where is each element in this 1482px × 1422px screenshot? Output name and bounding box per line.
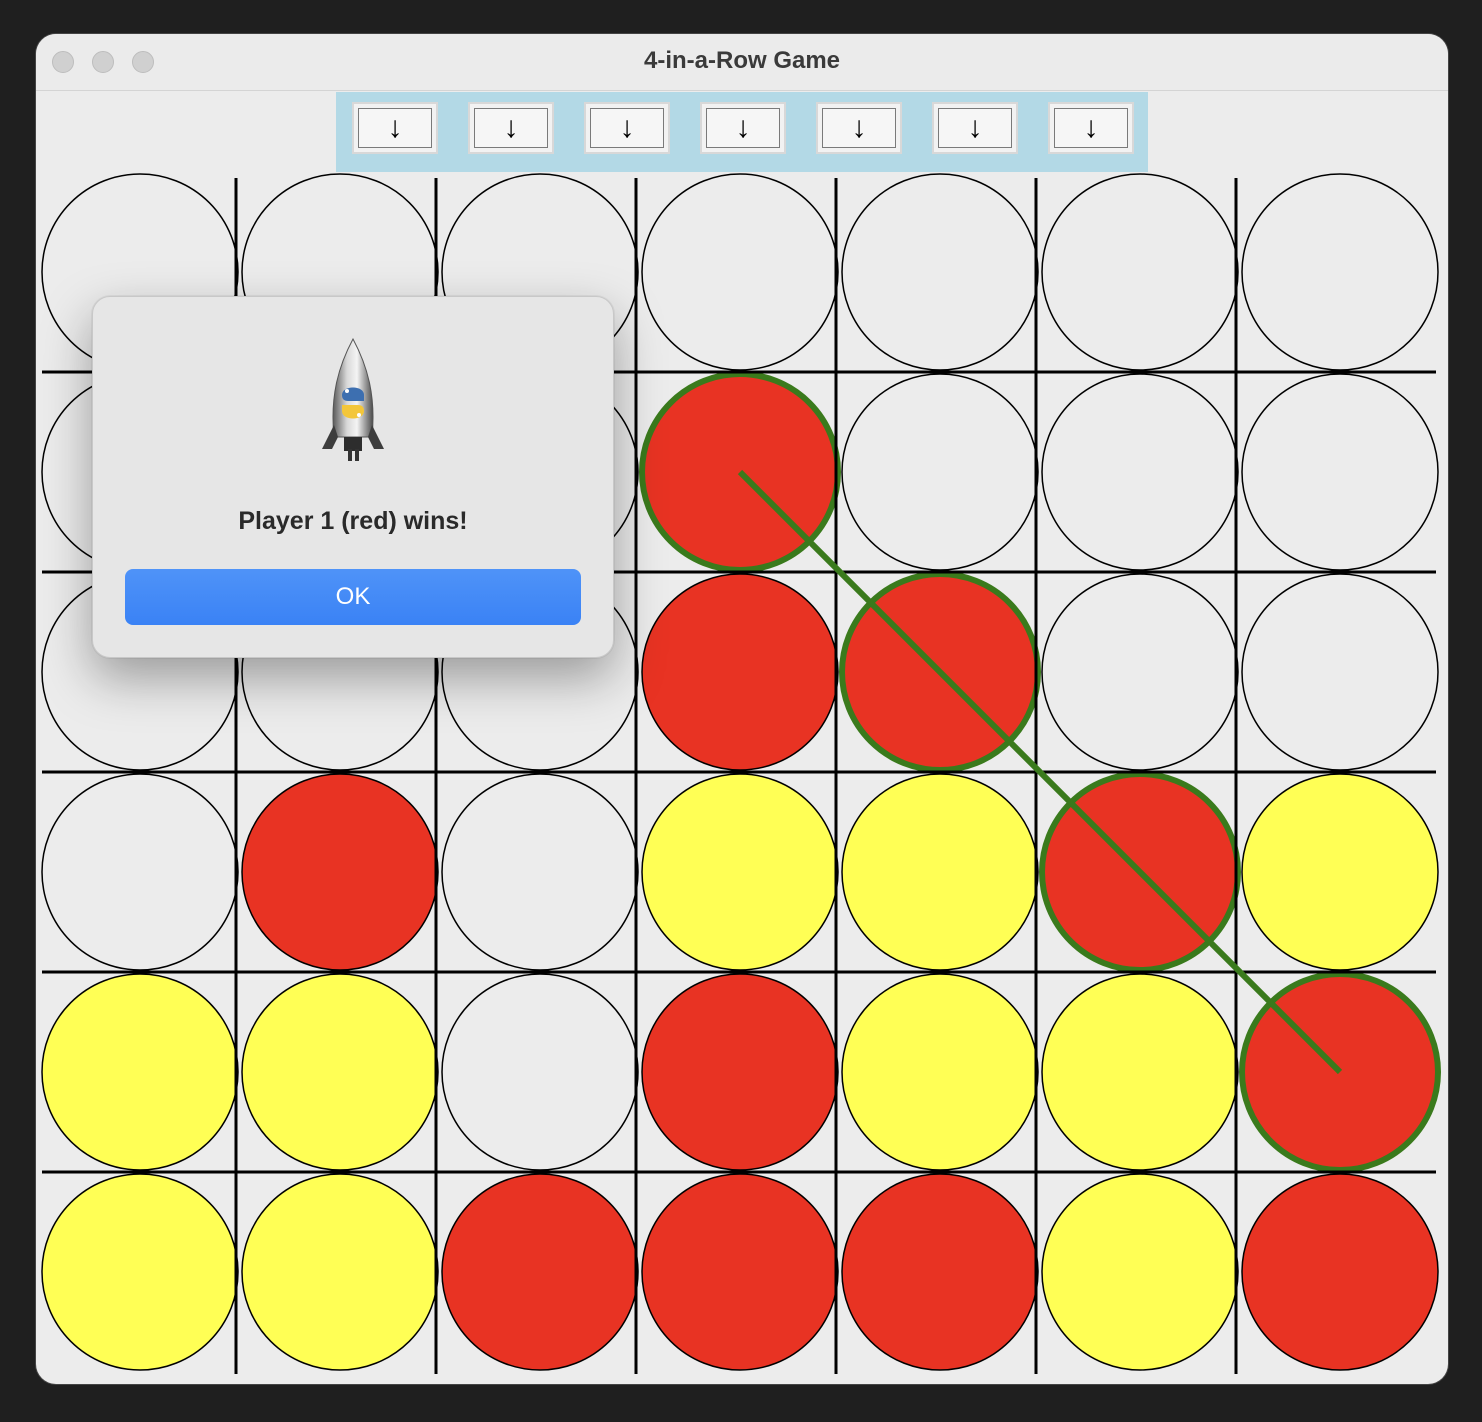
board-cell-r5-c2-yellow: [241, 973, 439, 1171]
down-arrow-icon: ↓: [1054, 108, 1128, 148]
drop-button-col-7[interactable]: ↓: [1048, 102, 1134, 154]
board-cell-r5-c4-red: [641, 973, 839, 1171]
down-arrow-icon: ↓: [474, 108, 548, 148]
python-rocket-icon: [322, 337, 384, 461]
board-cell-r2-c6-empty: [1041, 373, 1239, 571]
board-cell-r4-c1-empty: [41, 773, 239, 971]
board-cell-r6-c5-red: [841, 1173, 1039, 1371]
board-cell-r2-c5-empty: [841, 373, 1039, 571]
down-arrow-icon: ↓: [590, 108, 664, 148]
board-cell-r5-c3-empty: [441, 973, 639, 1171]
board-cell-r6-c4-red: [641, 1173, 839, 1371]
drop-button-col-6[interactable]: ↓: [932, 102, 1018, 154]
board-cell-r4-c5-yellow: [841, 773, 1039, 971]
down-arrow-icon: ↓: [938, 108, 1012, 148]
board-cell-r3-c6-empty: [1041, 573, 1239, 771]
ok-button[interactable]: OK: [125, 569, 581, 625]
board-cell-r1-c6-empty: [1041, 173, 1239, 371]
drop-button-bar: ↓ ↓ ↓ ↓ ↓ ↓ ↓: [336, 92, 1148, 172]
board-cell-r6-c2-yellow: [241, 1173, 439, 1371]
board-cell-r5-c1-yellow: [41, 973, 239, 1171]
dialog-message: Player 1 (red) wins!: [238, 507, 468, 535]
board-cell-r6-c1-yellow: [41, 1173, 239, 1371]
game-window: 4-in-a-Row Game ↓ ↓ ↓ ↓ ↓ ↓ ↓ Player 1 (…: [36, 34, 1448, 1384]
board-cell-r1-c7-empty: [1241, 173, 1439, 371]
board-cell-r5-c6-yellow: [1041, 973, 1239, 1171]
drop-button-col-2[interactable]: ↓: [468, 102, 554, 154]
drop-button-col-5[interactable]: ↓: [816, 102, 902, 154]
board-cell-r6-c7-red: [1241, 1173, 1439, 1371]
board-cell-r4-c2-red: [241, 773, 439, 971]
board-cell-r6-c6-yellow: [1041, 1173, 1239, 1371]
drop-button-col-1[interactable]: ↓: [352, 102, 438, 154]
board-cell-r3-c4-red: [641, 573, 839, 771]
game-board: [41, 173, 1441, 1374]
board-cell-r4-c7-yellow: [1241, 773, 1439, 971]
board-cell-r5-c5-yellow: [841, 973, 1039, 1171]
board-cell-r3-c7-empty: [1241, 573, 1439, 771]
board-cell-r6-c3-red: [441, 1173, 639, 1371]
board-cell-r1-c5-empty: [841, 173, 1039, 371]
board-cell-r4-c4-yellow: [641, 773, 839, 971]
drop-button-col-3[interactable]: ↓: [584, 102, 670, 154]
win-dialog: Player 1 (red) wins! OK: [92, 296, 614, 658]
down-arrow-icon: ↓: [822, 108, 896, 148]
down-arrow-icon: ↓: [358, 108, 432, 148]
down-arrow-icon: ↓: [706, 108, 780, 148]
board-cell-r1-c4-empty: [641, 173, 839, 371]
board-cell-r4-c3-empty: [441, 773, 639, 971]
board-cell-r2-c7-empty: [1241, 373, 1439, 571]
drop-button-col-4[interactable]: ↓: [700, 102, 786, 154]
